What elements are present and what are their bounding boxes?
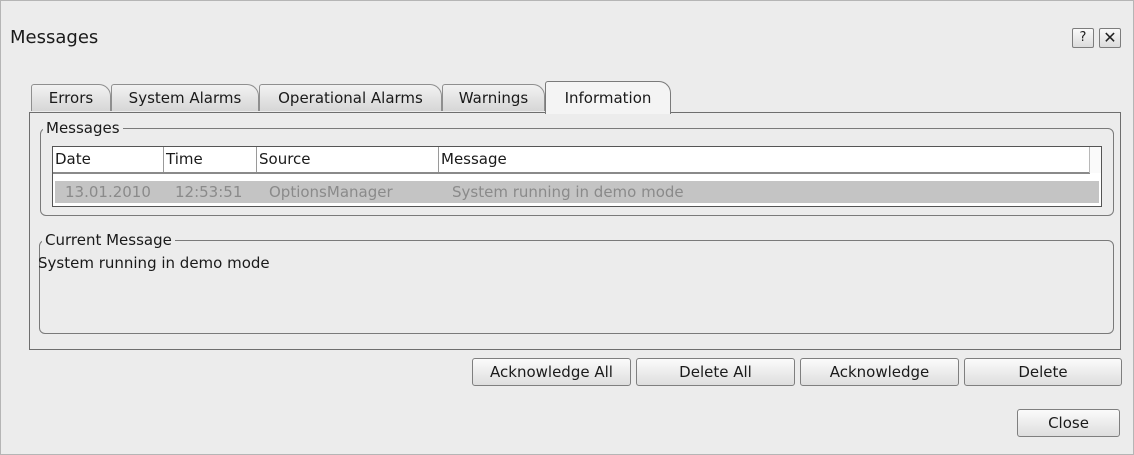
current-message-text: System running in demo mode — [38, 254, 270, 272]
row-date: 13.01.2010 — [65, 183, 151, 201]
messages-dialog: Messages ? ✕ Errors System Alarms Operat… — [0, 0, 1134, 455]
table-row[interactable]: 13.01.2010 12:53:51 OptionsManager Syste… — [55, 181, 1099, 203]
row-time: 12:53:51 — [175, 183, 243, 201]
current-message-group: Current Message — [39, 231, 1114, 334]
column-header-message[interactable]: Message — [438, 147, 1088, 172]
column-header-source[interactable]: Source — [256, 147, 438, 172]
help-button[interactable]: ? — [1072, 28, 1094, 48]
acknowledge-all-button[interactable]: Acknowledge All — [472, 358, 631, 386]
delete-all-button[interactable]: Delete All — [636, 358, 795, 386]
column-header-time[interactable]: Time — [163, 147, 256, 172]
row-message: System running in demo mode — [452, 183, 684, 201]
current-message-legend: Current Message — [45, 231, 172, 249]
tab-errors[interactable]: Errors — [31, 84, 111, 111]
list-scrollbar[interactable] — [1089, 147, 1101, 173]
close-button[interactable]: Close — [1017, 409, 1120, 437]
acknowledge-button[interactable]: Acknowledge — [800, 358, 959, 386]
tab-operational-alarms[interactable]: Operational Alarms — [259, 84, 442, 111]
window-title: Messages — [10, 27, 99, 48]
tab-warnings[interactable]: Warnings — [442, 84, 545, 111]
tab-system-alarms[interactable]: System Alarms — [111, 84, 259, 111]
delete-button[interactable]: Delete — [964, 358, 1122, 386]
list-header: Date Time Source Message — [53, 147, 1090, 174]
messages-group-legend: Messages — [46, 119, 120, 137]
tab-information[interactable]: Information — [545, 81, 671, 114]
column-header-date[interactable]: Date — [53, 147, 163, 172]
messages-list[interactable]: Date Time Source Message 13.01.2010 12:5… — [52, 146, 1102, 207]
tab-panel: Messages Date Time Source Message 13.01.… — [29, 112, 1121, 350]
close-icon[interactable]: ✕ — [1099, 28, 1121, 48]
row-source: OptionsManager — [269, 183, 393, 201]
